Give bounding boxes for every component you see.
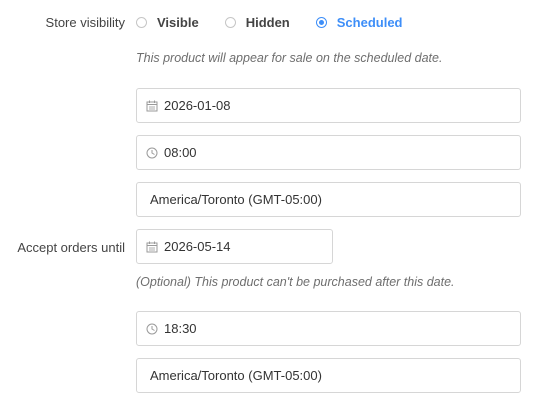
clock-icon (146, 323, 158, 334)
schedule-timezone-value: America/Toronto (GMT-05:00) (150, 192, 322, 207)
accept-orders-timezone-value: America/Toronto (GMT-05:00) (150, 368, 322, 383)
store-visibility-label: Store visibility (45, 15, 125, 30)
accept-orders-time-value: 18:30 (164, 321, 197, 336)
accept-orders-date-value: 2026-05-14 (164, 239, 231, 254)
schedule-date-value: 2026-01-08 (164, 98, 231, 113)
radio-hidden-label[interactable]: Hidden (246, 15, 290, 30)
calendar-icon (146, 100, 158, 111)
radio-scheduled-label[interactable]: Scheduled (337, 15, 403, 30)
schedule-timezone-field[interactable]: America/Toronto (GMT-05:00) (136, 182, 521, 217)
radio-hidden[interactable]: Hidden (224, 15, 290, 30)
radio-visible[interactable]: Visible (136, 15, 199, 30)
radio-scheduled-circle[interactable] (315, 16, 327, 28)
radio-visible-circle[interactable] (136, 16, 147, 28)
accept-orders-label: Accept orders until (17, 240, 125, 255)
schedule-hint: This product will appear for sale on the… (136, 51, 443, 65)
clock-icon (146, 147, 158, 158)
schedule-date-field[interactable]: 2026-01-08 (136, 88, 521, 123)
accept-orders-date-field[interactable]: 2026-05-14 (136, 229, 333, 264)
schedule-time-value: 08:00 (164, 145, 197, 160)
accept-orders-time-field[interactable]: 18:30 (136, 311, 521, 346)
radio-scheduled[interactable]: Scheduled (315, 15, 403, 30)
visibility-radio-group: Visible Hidden Scheduled (136, 13, 429, 31)
schedule-time-field[interactable]: 08:00 (136, 135, 521, 170)
radio-visible-label[interactable]: Visible (157, 15, 199, 30)
calendar-icon (146, 241, 158, 252)
accept-orders-timezone-field[interactable]: America/Toronto (GMT-05:00) (136, 358, 521, 393)
accept-orders-hint: (Optional) This product can't be purchas… (136, 275, 455, 289)
radio-hidden-circle[interactable] (224, 16, 236, 28)
